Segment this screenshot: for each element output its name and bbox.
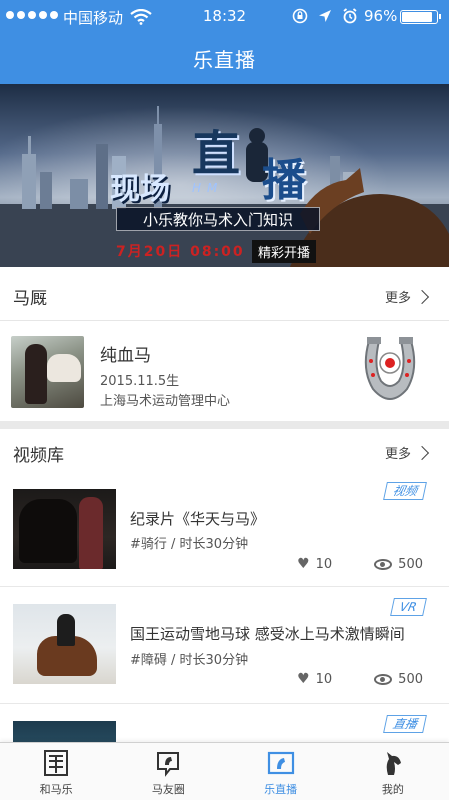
stable-section-header: 马厩 更多 xyxy=(0,269,449,321)
banner-word-scene: 现场 xyxy=(110,172,170,207)
video-section-title: 视频库 xyxy=(13,446,64,466)
horse-photo xyxy=(11,336,84,408)
eye-icon xyxy=(374,558,393,570)
video-stats: ♥ 10 500 xyxy=(297,556,423,572)
page-title: 乐直播 xyxy=(193,48,256,72)
video-stats: ♥ 10 500 xyxy=(297,671,423,687)
section-divider xyxy=(0,421,449,429)
banner-word-direct: 直 xyxy=(192,126,241,182)
video-likes-count: 10 xyxy=(315,671,333,687)
stable-section-title: 马厩 xyxy=(13,289,47,309)
video-type-tag: 视频 xyxy=(383,482,427,500)
community-icon xyxy=(157,752,180,777)
tab-label: 我的 xyxy=(381,783,404,796)
video-views-count: 500 xyxy=(398,671,423,687)
alarm-icon xyxy=(343,8,357,24)
video-list-item[interactable]: VR 国王运动雪地马球 感受冰上马术激情瞬间 #障碍 / 时长30分钟 ♥ 10… xyxy=(0,588,449,704)
tab-label: 马友圈 xyxy=(151,783,185,796)
tab-home[interactable]: 和马乐 xyxy=(0,743,112,800)
eye-icon xyxy=(374,673,393,685)
banner-brand-mark: HM xyxy=(192,181,224,195)
tab-live[interactable]: 乐直播 xyxy=(225,743,337,800)
video-more-link[interactable]: 更多 xyxy=(384,443,430,462)
banner-live-tag: 精彩开播 xyxy=(252,240,317,263)
status-bar: 中国移动 18:32 96% xyxy=(0,0,449,34)
video-type-tag: VR xyxy=(390,598,427,616)
video-more-label: 更多 xyxy=(384,447,411,462)
horse-organization: 上海马术运动管理中心 xyxy=(100,394,231,409)
video-title: 国王运动雪地马球 感受冰上马术激情瞬间 xyxy=(130,625,405,643)
video-list-item[interactable]: 视频 纪录片《华天与马》 #骑行 / 时长30分钟 ♥ 10 500 xyxy=(0,471,449,587)
banner-word-broadcast: 播 xyxy=(262,155,306,206)
banner-headline: 小乐教你马术入门知识 xyxy=(116,207,320,231)
bottom-tab-bar: 和马乐 马友圈 乐直播 我的 xyxy=(0,742,449,800)
chevron-right-icon xyxy=(414,289,430,304)
live-promo-banner[interactable]: 现场 直 播 HM 小乐教你马术入门知识 7月20日 08:00 精彩开播 xyxy=(0,84,449,267)
tab-profile[interactable]: 我的 xyxy=(337,743,449,800)
video-thumbnail xyxy=(13,604,116,684)
status-icons xyxy=(292,8,358,24)
horse-birth-date: 2015.11.5生 xyxy=(100,374,180,389)
video-title: 纪录片《华天与马》 xyxy=(130,510,266,528)
battery-icon xyxy=(400,10,441,24)
video-meta: #障碍 / 时长30分钟 xyxy=(130,653,249,668)
location-arrow-icon xyxy=(319,10,331,22)
tab-community[interactable]: 马友圈 xyxy=(112,743,224,800)
video-list-item[interactable]: 直播 xyxy=(0,705,449,751)
horse-name: 纯血马 xyxy=(100,346,151,366)
heart-icon: ♥ xyxy=(297,671,310,687)
stable-more-link[interactable]: 更多 xyxy=(384,287,430,306)
horseshoe-badge-icon xyxy=(364,337,416,400)
heart-icon: ♥ xyxy=(297,556,310,572)
home-horse-icon xyxy=(44,750,69,776)
tab-label: 和马乐 xyxy=(39,783,73,796)
video-views-count: 500 xyxy=(398,556,423,572)
video-type-tag: 直播 xyxy=(383,715,427,733)
video-meta: #骑行 / 时长30分钟 xyxy=(130,537,249,552)
stable-more-label: 更多 xyxy=(384,291,411,306)
live-icon xyxy=(267,751,294,775)
stable-list-item[interactable]: 纯血马 2015.11.5生 上海马术运动管理中心 xyxy=(0,321,449,421)
app-screen: 中国移动 18:32 96% 乐直播 现场 直 播 HM 小乐教你马术入门知识 … xyxy=(0,0,449,800)
chevron-right-icon xyxy=(414,445,430,460)
rotation-lock-icon xyxy=(292,8,308,24)
battery-percentage: 96% xyxy=(364,7,398,25)
app-header: 中国移动 18:32 96% 乐直播 xyxy=(0,0,449,84)
tab-label: 乐直播 xyxy=(264,783,298,796)
video-thumbnail xyxy=(13,489,116,569)
profile-icon xyxy=(386,752,401,775)
banner-date: 7月20日 08:00 xyxy=(116,244,245,260)
video-likes-count: 10 xyxy=(315,556,333,572)
